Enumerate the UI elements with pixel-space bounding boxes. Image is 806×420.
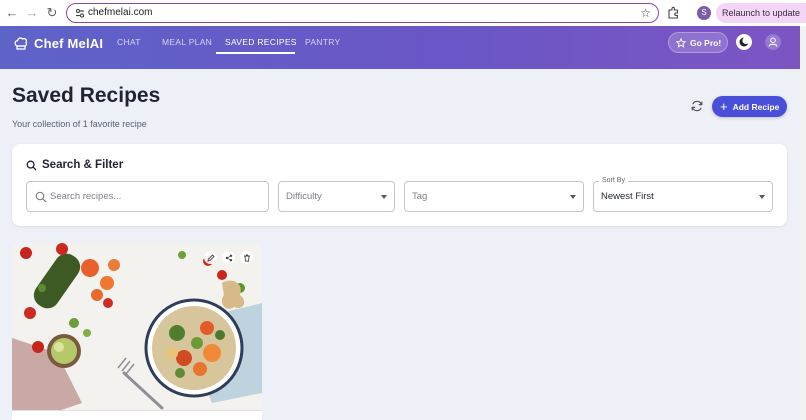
profile-avatar[interactable]: S [697, 6, 711, 20]
site-settings-icon[interactable] [73, 6, 87, 20]
share-icon [225, 254, 232, 261]
extensions-icon[interactable] [667, 6, 680, 19]
search-input[interactable]: Search recipes... [26, 181, 269, 212]
tag-select[interactable]: Tag [404, 181, 584, 212]
reload-icon[interactable]: ↻ [44, 5, 60, 21]
share-recipe-button[interactable] [222, 251, 235, 264]
search-icon [26, 160, 37, 170]
relaunch-button[interactable]: Relaunch to update ⋮ [716, 3, 806, 23]
sort-by-label: Sort By [599, 176, 628, 186]
theme-toggle-button[interactable] [736, 34, 752, 50]
search-input-icon [35, 191, 47, 203]
recipe-image [12, 243, 262, 420]
recipe-card[interactable] [12, 243, 262, 420]
logo[interactable]: Chef MelAI [13, 35, 103, 51]
address-bar[interactable]: chefmelai.com ☆ [66, 3, 659, 23]
go-pro-button[interactable]: Go Pro! [668, 32, 728, 53]
user-icon [768, 37, 778, 47]
moon-icon [739, 36, 750, 47]
add-recipe-label: Add Recipe [732, 101, 780, 112]
nav-meal-plan[interactable]: MEAL PLAN [162, 37, 212, 47]
recipe-card-body [12, 410, 262, 420]
add-recipe-button[interactable]: + Add Recipe [712, 96, 787, 117]
url-text[interactable]: chefmelai.com [88, 6, 152, 20]
sort-by-select[interactable]: Sort By Newest First [593, 176, 773, 212]
sort-by-value: Newest First [601, 191, 654, 202]
search-filter-card: Search & Filter Search recipes... Diffic… [12, 144, 787, 226]
nav-saved-recipes[interactable]: SAVED RECIPES [225, 37, 297, 47]
search-placeholder: Search recipes... [50, 191, 122, 202]
account-button[interactable] [765, 34, 781, 50]
bookmark-star-icon[interactable]: ☆ [640, 5, 651, 21]
filter-title: Search & Filter [42, 159, 124, 171]
delete-recipe-button[interactable] [240, 251, 253, 264]
chevron-down-icon [759, 195, 765, 199]
chevron-down-icon [381, 195, 387, 199]
nav-pantry[interactable]: PANTRY [305, 37, 341, 47]
chevron-down-icon [570, 195, 576, 199]
forward-arrow-icon[interactable]: → [24, 5, 40, 21]
go-pro-label: Go Pro! [690, 37, 722, 48]
edit-icon [206, 253, 215, 262]
active-tab-indicator [216, 52, 295, 54]
trash-icon [243, 254, 250, 262]
app-header: Chef MelAI CHAT MEAL PLAN SAVED RECIPES … [0, 26, 800, 69]
page-title: Saved Recipes [12, 84, 161, 107]
star-icon [676, 37, 686, 48]
filter-heading: Search & Filter [26, 159, 123, 171]
relaunch-label: Relaunch to update [722, 8, 801, 18]
nav-chat[interactable]: CHAT [117, 37, 141, 47]
tag-placeholder: Tag [412, 191, 428, 202]
chef-hat-icon [14, 37, 28, 50]
browser-toolbar: ← → ↻ chefmelai.com ☆ S Relaunch to upda… [0, 0, 806, 26]
difficulty-select[interactable]: Difficulty [278, 181, 395, 212]
back-arrow-icon[interactable]: ← [4, 5, 20, 21]
page-subtitle: Your collection of 1 favorite recipe [12, 119, 147, 129]
refresh-icon[interactable] [690, 99, 704, 113]
difficulty-placeholder: Difficulty [286, 191, 322, 202]
plus-icon: + [720, 99, 728, 114]
logo-text: Chef MelAI [34, 35, 104, 51]
edit-recipe-button[interactable] [204, 251, 217, 264]
page-scrollbar[interactable] [800, 26, 806, 420]
